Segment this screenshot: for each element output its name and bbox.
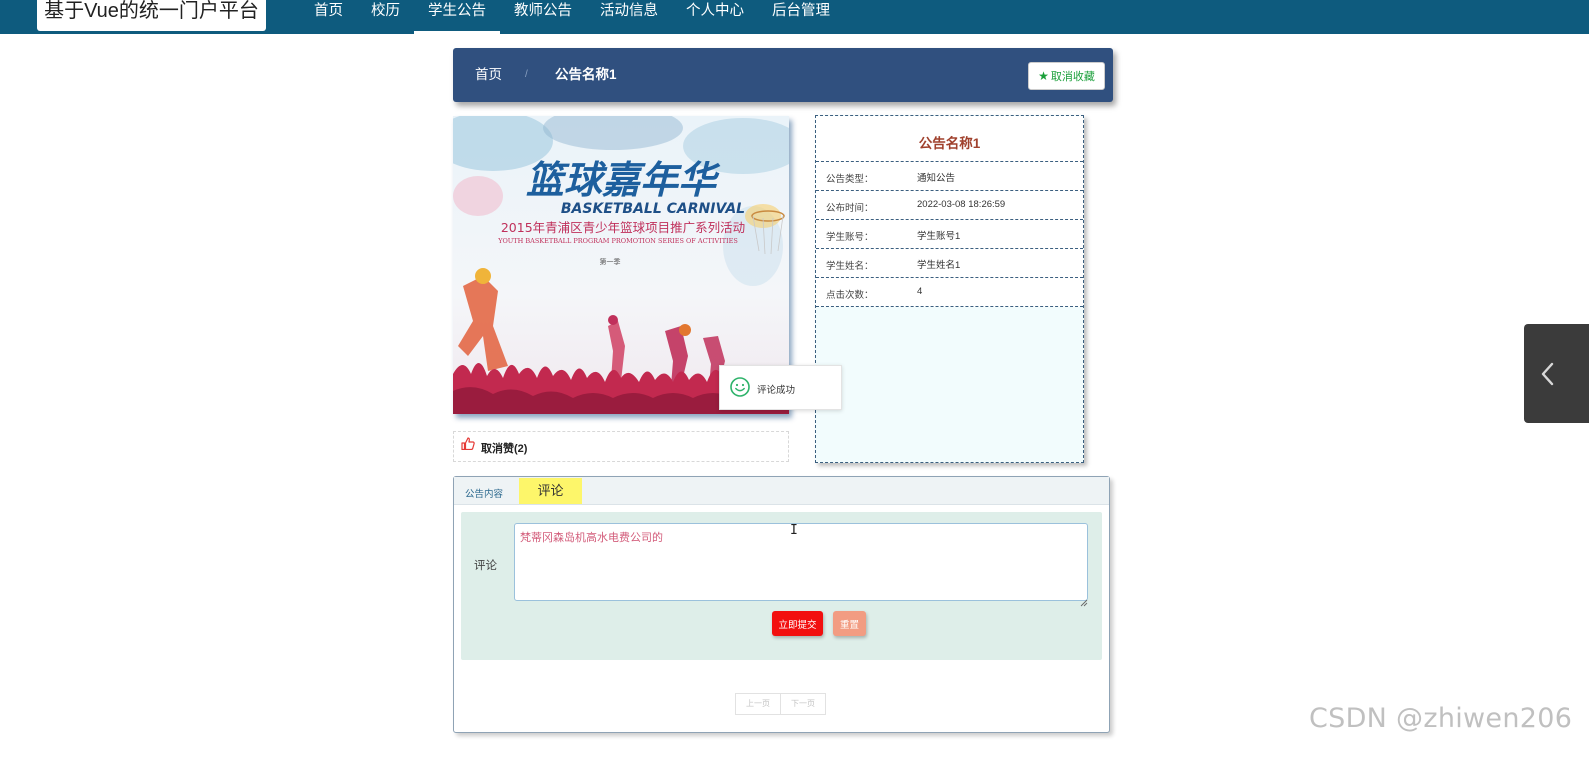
poster-title-cn: 篮球嘉年华 <box>526 158 721 202</box>
info-key: 公告类型： <box>826 174 874 185</box>
comment-form: 评论 梵蒂冈森岛机高水电费公司的 立即提交 重置 <box>461 512 1102 660</box>
nav-admin[interactable]: 后台管理 <box>758 0 844 34</box>
poster-subtitle-en: YOUTH BASKETBALL PROGRAM PROMOTION SERIE… <box>497 237 738 245</box>
info-row-account: 学生账号： 学生账号1 <box>816 219 1083 248</box>
info-key: 点击次数： <box>826 290 874 301</box>
breadcrumb-home[interactable]: 首页 <box>475 48 502 102</box>
info-row-type: 公告类型： 通知公告 <box>816 161 1083 190</box>
poster-subtitle-cn: 2015年青浦区青少年篮球项目推广系列活动 <box>501 220 745 235</box>
pagination: 上一页 下一页 <box>735 693 826 715</box>
info-value: 学生姓名1 <box>917 260 961 271</box>
toast-message: 评论成功 <box>757 385 796 396</box>
comment-textarea[interactable]: 梵蒂冈森岛机高水电费公司的 <box>514 523 1088 601</box>
notice-info-panel: 公告名称1 公告类型： 通知公告 公布时间： 2022-03-08 18:26:… <box>815 115 1084 463</box>
nav-home[interactable]: 首页 <box>300 0 357 34</box>
chevron-left-icon <box>1541 362 1554 386</box>
unfavorite-button[interactable]: ★ 取消收藏 <box>1028 62 1105 90</box>
nav-student-notice[interactable]: 学生公告 <box>414 0 500 34</box>
unfavorite-label: 取消收藏 <box>1050 71 1095 83</box>
top-navbar: 基于Vue的统一门户平台 首页 校历 学生公告 教师公告 活动信息 个人中心 后… <box>0 0 1589 34</box>
thumbs-up-icon <box>461 437 475 453</box>
info-key: 学生账号： <box>826 232 874 243</box>
breadcrumb-current: 公告名称1 <box>555 67 617 82</box>
resize-grip-icon[interactable] <box>1080 594 1088 607</box>
like-label: 取消赞(2) <box>481 443 528 455</box>
star-icon: ★ <box>1038 69 1049 83</box>
info-row-time: 公布时间： 2022-03-08 18:26:59 <box>816 190 1083 219</box>
nav-teacher-notice[interactable]: 教师公告 <box>500 0 586 34</box>
info-title: 公告名称1 <box>918 136 981 151</box>
submit-button[interactable]: 立即提交 <box>772 611 823 636</box>
info-key: 学生姓名： <box>826 261 874 272</box>
success-toast: 评论成功 <box>719 365 842 410</box>
main-nav: 首页 校历 学生公告 教师公告 活动信息 个人中心 后台管理 <box>300 0 844 34</box>
tab-comment[interactable]: 评论 <box>519 478 582 504</box>
nav-activity[interactable]: 活动信息 <box>586 0 672 34</box>
watermark: CSDN @zhiwen206 <box>1309 703 1573 734</box>
info-value: 4 <box>917 286 923 297</box>
info-row-name: 学生姓名： 学生姓名1 <box>816 248 1083 277</box>
tab-bar: 公告内容 评论 <box>454 477 1109 505</box>
text-cursor-icon: I <box>790 523 798 538</box>
info-value: 2022-03-08 18:26:59 <box>917 199 1006 210</box>
nav-calendar[interactable]: 校历 <box>357 0 414 34</box>
side-panel-toggle[interactable] <box>1524 324 1589 423</box>
tab-notice-content[interactable]: 公告内容 <box>465 486 503 500</box>
prev-page-button[interactable]: 上一页 <box>735 693 781 715</box>
poster-season: 第一季 <box>600 257 621 266</box>
info-key: 公布时间： <box>826 203 874 214</box>
breadcrumb-separator: / <box>525 69 528 80</box>
nav-personal-center[interactable]: 个人中心 <box>672 0 758 34</box>
notice-tabs-panel: 公告内容 评论 评论 梵蒂冈森岛机高水电费公司的 立即提交 重置 上一页 下一页 <box>453 476 1110 733</box>
info-row-clicks: 点击次数： 4 <box>816 277 1083 307</box>
next-page-button[interactable]: 下一页 <box>781 693 826 715</box>
info-header: 公告名称1 <box>816 116 1083 161</box>
comment-label: 评论 <box>474 560 497 572</box>
site-brand[interactable]: 基于Vue的统一门户平台 <box>37 0 266 31</box>
reset-button[interactable]: 重置 <box>833 611 866 636</box>
info-value: 通知公告 <box>917 173 956 184</box>
smile-icon <box>730 377 750 402</box>
poster-title-en: BASKETBALL CARNIVAL <box>561 201 745 217</box>
breadcrumb: 首页 / 公告名称1 ★ 取消收藏 <box>453 48 1113 102</box>
info-value: 学生账号1 <box>917 231 961 242</box>
like-toggle[interactable]: 取消赞(2) <box>453 431 789 462</box>
